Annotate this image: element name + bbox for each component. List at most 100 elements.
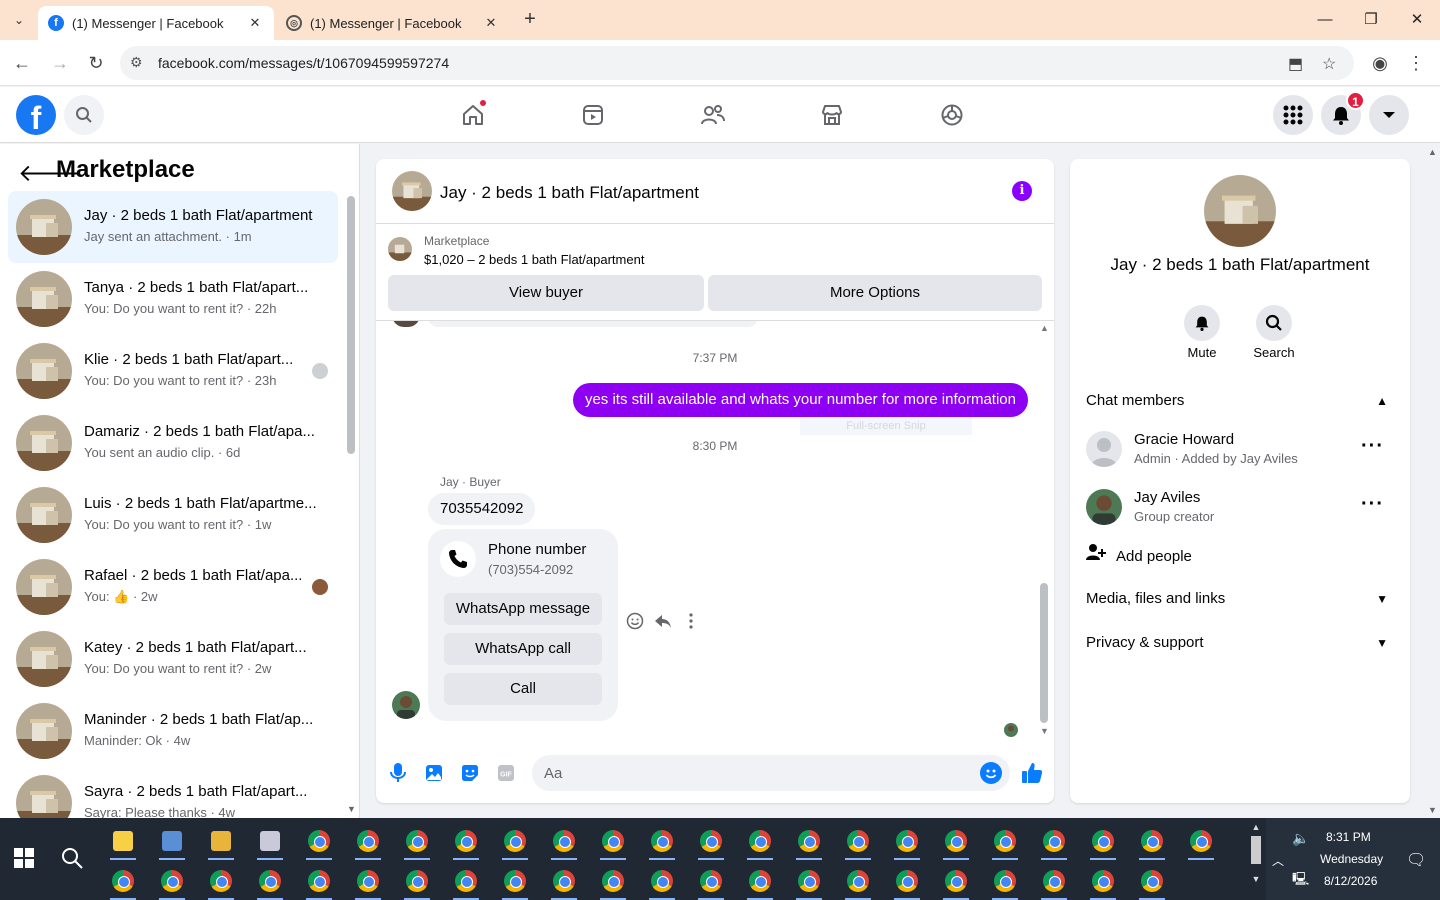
taskbar-search-icon[interactable] [60,846,84,870]
listing-title[interactable]: $1,020 – 2 beds 1 bath Flat/apartment [424,252,644,267]
chrome-app-icon[interactable] [500,826,530,860]
bookmark-star-icon[interactable]: ☆ [1322,54,1336,74]
chrome-app-icon[interactable] [402,866,432,900]
scroll-down-arrow-icon[interactable]: ▼ [347,804,356,814]
chrome-app-icon[interactable] [794,866,824,900]
account-dropdown-icon[interactable] [1369,95,1409,135]
more-options-button[interactable]: More Options [708,275,1042,311]
conversation-item[interactable]: Katey · 2 beds 1 bath Flat/apart... You:… [8,623,338,695]
address-bar[interactable]: ⚙ facebook.com/messages/t/10670945995972… [120,46,1354,80]
clock-time[interactable]: 8:31 PM [1326,830,1371,844]
more-actions-icon[interactable] [682,612,700,635]
browser-tab[interactable]: ◎ (1) Messenger | Facebook ✕ [276,6,510,40]
back-button[interactable]: ← [10,51,34,75]
chrome-app-icon[interactable] [304,826,334,860]
chrome-app-icon[interactable] [941,866,971,900]
chrome-app-icon[interactable] [598,826,628,860]
chrome-app-icon[interactable] [549,866,579,900]
chrome-app-icon[interactable] [304,866,334,900]
chrome-app-icon[interactable] [108,866,138,900]
conversation-item[interactable]: Klie · 2 beds 1 bath Flat/apart... You: … [8,335,338,407]
maximize-button[interactable]: ❐ [1348,8,1394,32]
chrome-app-icon[interactable] [353,866,383,900]
call-button[interactable]: Call [444,673,602,705]
chrome-app-icon[interactable] [892,866,922,900]
chrome-app-icon[interactable] [206,866,236,900]
react-emoji-icon[interactable] [626,612,644,635]
sender-avatar[interactable] [392,691,420,719]
chat-scrollbar[interactable] [1040,583,1048,723]
gaming-icon[interactable] [932,99,972,131]
chrome-app-icon[interactable] [353,826,383,860]
scroll-down-arrow-icon[interactable]: ▼ [1040,726,1049,736]
clock-day[interactable]: Wednesday [1320,852,1383,866]
video-icon[interactable] [573,99,613,131]
file-explorer-icon[interactable] [206,826,236,860]
chrome-app-icon[interactable] [647,826,677,860]
chrome-app-icon[interactable] [941,826,971,860]
install-app-icon[interactable]: ⬒ [1288,54,1303,74]
conversation-item[interactable]: Rafael · 2 beds 1 bath Flat/apa... You: … [8,551,338,623]
taskbar-scroll[interactable]: ▲ ▼ [1250,822,1262,896]
chrome-app-icon[interactable] [500,866,530,900]
tray-chevron-up-icon[interactable]: ︿ [1272,852,1284,869]
network-app-icon[interactable] [157,826,187,860]
chrome-app-icon[interactable] [1137,826,1167,860]
whatsapp-call-button[interactable]: WhatsApp call [444,633,602,665]
chrome-app-icon[interactable] [402,826,432,860]
network-icon[interactable]: 🖳 [1292,870,1309,892]
chrome-app-icon[interactable] [598,866,628,900]
chrome-app-icon[interactable] [157,866,187,900]
member-item[interactable]: Gracie Howard Admin · Added by Jay Avile… [1086,427,1394,471]
chrome-app-icon[interactable] [745,826,775,860]
chat-avatar[interactable] [392,171,432,211]
site-info-icon[interactable]: ⚙ [130,54,143,71]
chrome-app-icon[interactable] [1088,866,1118,900]
tab-close-icon[interactable]: ✕ [482,15,500,31]
friends-icon[interactable] [693,99,733,131]
notification-center-icon[interactable]: 🗨 [1406,850,1426,870]
menu-grid-icon[interactable] [1273,95,1313,135]
message-input[interactable] [532,755,1010,791]
chrome-app-icon[interactable] [647,866,677,900]
chrome-app-icon[interactable] [843,826,873,860]
chrome-app-icon[interactable] [990,866,1020,900]
member-more-icon[interactable]: ··· [1361,493,1384,516]
chrome-app-icon[interactable] [696,866,726,900]
chrome-app-icon[interactable] [843,866,873,900]
facebook-logo[interactable]: f [16,95,56,135]
chrome-app-icon[interactable] [1088,826,1118,860]
chrome-app-icon[interactable] [255,866,285,900]
privacy-support-section[interactable]: Privacy & support ▼ [1086,634,1394,658]
marketplace-icon[interactable] [812,99,852,131]
tab-close-icon[interactable]: ✕ [246,15,264,31]
tab-search-dropdown[interactable]: ⌄ [6,8,32,32]
chrome-app-icon[interactable] [549,826,579,860]
incoming-message[interactable]: 7035542092 [428,493,536,525]
minimize-button[interactable]: — [1302,8,1348,32]
chrome-app-icon[interactable] [451,866,481,900]
conversation-item[interactable]: Maninder · 2 beds 1 bath Flat/ap... Mani… [8,695,338,767]
sidebar-scrollbar[interactable] [347,196,355,454]
home-icon[interactable] [453,99,493,131]
paint-app-icon[interactable] [255,826,285,860]
emoji-icon[interactable] [980,762,1002,784]
photo-icon[interactable] [422,761,446,785]
notifications-bell-icon[interactable]: 1 [1321,91,1365,135]
member-more-icon[interactable]: ··· [1361,435,1384,458]
page-scroll-up-icon[interactable]: ▲ [1428,147,1437,157]
conversation-item[interactable]: Sayra · 2 beds 1 bath Flat/apart... Sayr… [8,767,338,818]
info-icon[interactable]: i [1012,181,1032,201]
media-files-section[interactable]: Media, files and links ▼ [1086,590,1394,614]
thumbs-up-icon[interactable] [1020,761,1044,785]
browser-menu-icon[interactable]: ⋮ [1404,51,1428,75]
volume-icon[interactable]: 🔈 [1292,830,1309,847]
reply-icon[interactable] [654,612,672,635]
mute-button[interactable]: Mute [1172,305,1232,360]
reload-button[interactable]: ↻ [84,51,108,75]
chrome-app-icon[interactable] [1039,826,1069,860]
add-people-button[interactable]: Add people [1086,543,1192,565]
view-buyer-button[interactable]: View buyer [388,275,704,311]
chrome-app-icon[interactable] [696,826,726,860]
search-in-conversation-button[interactable]: Search [1244,305,1304,360]
